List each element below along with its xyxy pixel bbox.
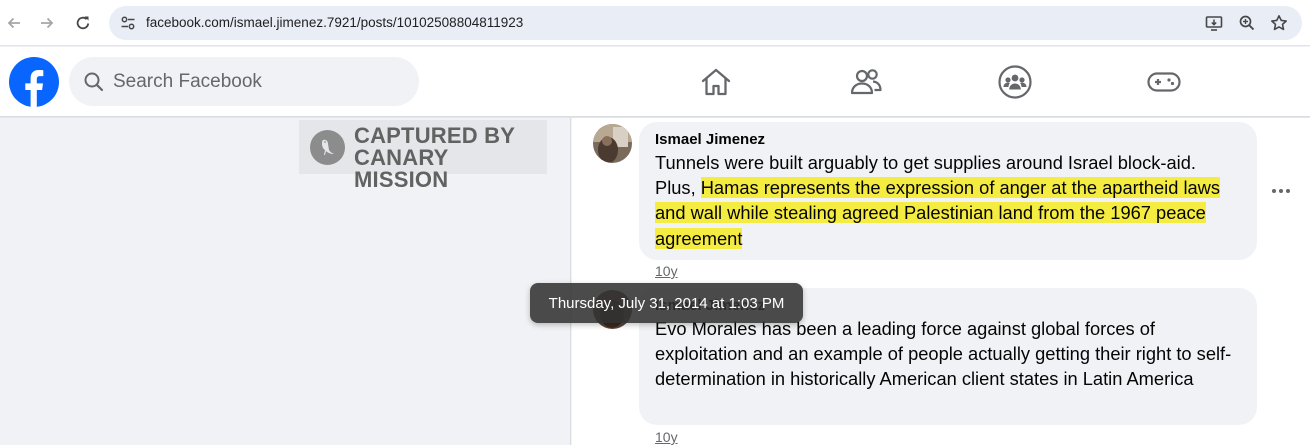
comment-text: Tunnels were built arguably to get suppl…	[655, 150, 1241, 251]
friends-icon[interactable]	[848, 64, 884, 100]
search-icon	[84, 72, 104, 92]
site-settings-icon[interactable]	[119, 14, 137, 32]
comment-timestamp[interactable]: 10y	[655, 263, 678, 279]
bookmark-star-icon[interactable]	[1269, 13, 1289, 33]
timestamp-tooltip: Thursday, July 31, 2014 at 1:03 PM	[530, 283, 803, 323]
profile-photo-icon	[593, 124, 632, 163]
groups-icon[interactable]	[997, 64, 1033, 100]
home-icon[interactable]	[698, 64, 734, 100]
canary-bird-glyph	[322, 139, 334, 155]
arrow-left-icon	[7, 17, 20, 29]
address-bar[interactable]: facebook.com/ismael.jimenez.7921/posts/1…	[109, 6, 1302, 40]
canary-bird-icon	[310, 130, 345, 165]
comment-timestamp[interactable]: 10y	[655, 429, 678, 445]
reload-button[interactable]	[71, 11, 95, 35]
arrow-right-icon	[41, 17, 54, 29]
canary-mission-watermark: CAPTURED BY CANARY MISSION	[299, 120, 547, 191]
avatar[interactable]	[593, 124, 632, 163]
gaming-icon[interactable]	[1146, 64, 1182, 100]
watermark-line-2: CANARY MISSION	[354, 145, 449, 192]
forward-button[interactable]	[35, 11, 59, 35]
watermark-line-1: CAPTURED BY	[354, 123, 516, 148]
facebook-header	[0, 47, 1310, 117]
search-input[interactable]	[113, 57, 403, 106]
more-options-icon[interactable]	[1270, 181, 1292, 201]
search-box[interactable]	[69, 57, 419, 106]
reload-icon	[76, 16, 90, 30]
install-app-icon[interactable]	[1204, 13, 1224, 33]
url-text: facebook.com/ismael.jimenez.7921/posts/1…	[146, 15, 524, 30]
browser-toolbar: facebook.com/ismael.jimenez.7921/posts/1…	[0, 0, 1310, 46]
watermark-text: CAPTURED BY CANARY MISSION	[354, 125, 547, 191]
comment-author[interactable]: Ismael Jimenez	[655, 130, 1241, 150]
facebook-logo-icon[interactable]	[9, 57, 59, 107]
highlighted-text: Hamas represents the expression of anger…	[655, 177, 1221, 249]
comment-text: Evo Morales has been a leading force aga…	[655, 318, 1232, 390]
zoom-icon[interactable]	[1237, 13, 1257, 33]
back-button[interactable]	[2, 11, 26, 35]
comment-bubble: Ismael Jimenez Tunnels were built arguab…	[639, 122, 1257, 260]
